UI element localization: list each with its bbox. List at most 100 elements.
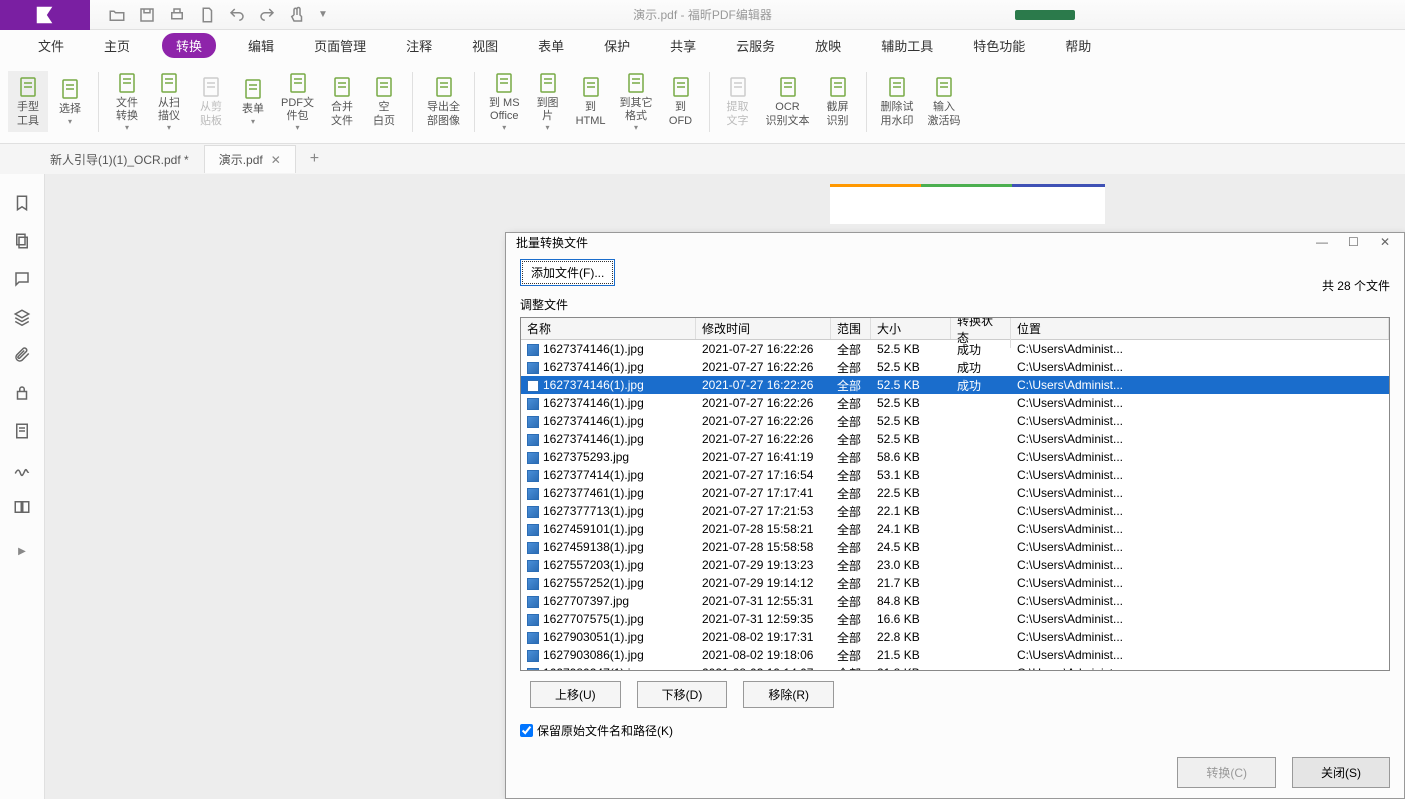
ribbon-btn-4[interactable]: 从扫 描仪▾ — [149, 67, 189, 136]
menu-tab-9[interactable]: 共享 — [662, 33, 704, 58]
ribbon-btn-7[interactable]: PDF文 件包▾ — [275, 67, 320, 136]
ribbon-btn-0[interactable]: 手型 工具 — [8, 71, 48, 131]
ribbon-btn-1[interactable]: 选择▾ — [50, 73, 90, 129]
menu-tab-3[interactable]: 编辑 — [240, 33, 282, 58]
col-size[interactable]: 大小 — [871, 318, 951, 339]
table-body[interactable]: 1627374146(1).jpg2021-07-27 16:22:26全部52… — [521, 340, 1389, 670]
table-row[interactable]: 1627374146(1).jpg2021-07-27 16:22:26全部52… — [521, 412, 1389, 430]
doc-tab-1[interactable]: 演示.pdf✕ — [204, 145, 296, 173]
col-time[interactable]: 修改时间 — [696, 318, 831, 339]
pages-icon[interactable] — [13, 232, 31, 250]
cell-path: C:\Users\Administ... — [1011, 450, 1389, 464]
ribbon-separator — [412, 72, 413, 132]
close-tab-icon[interactable]: ✕ — [271, 153, 281, 167]
open-icon[interactable] — [108, 6, 126, 24]
cell-time: 2021-07-31 12:55:31 — [696, 594, 831, 608]
ribbon-btn-16[interactable]: 到其它 格式▾ — [614, 67, 659, 136]
ribbon-btn-17[interactable]: 到 OFD — [661, 71, 701, 131]
menu-tab-5[interactable]: 注释 — [398, 33, 440, 58]
close-icon[interactable]: ✕ — [1380, 235, 1394, 249]
maximize-icon[interactable]: ☐ — [1348, 235, 1362, 249]
menu-tab-14[interactable]: 帮助 — [1057, 33, 1099, 58]
table-row[interactable]: 1627377414(1).jpg2021-07-27 17:16:54全部53… — [521, 466, 1389, 484]
hand-icon[interactable] — [288, 6, 306, 24]
ribbon-btn-20[interactable]: OCR 识别文本 — [760, 71, 816, 131]
keep-checkbox-input[interactable] — [520, 724, 533, 737]
minimize-icon[interactable]: — — [1316, 235, 1330, 249]
menu-tab-7[interactable]: 表单 — [530, 33, 572, 58]
keep-original-checkbox[interactable]: 保留原始文件名和路径(K) — [520, 722, 1390, 739]
comment-icon[interactable] — [13, 270, 31, 288]
doc-tab-0[interactable]: 新人引导(1)(1)_OCR.pdf * — [35, 145, 204, 174]
ribbon-btn-8[interactable]: 合并 文件 — [322, 71, 362, 131]
convert-button[interactable]: 转换(C) — [1177, 757, 1276, 788]
table-row[interactable]: 1627375293.jpg2021-07-27 16:41:19全部58.6 … — [521, 448, 1389, 466]
table-row[interactable]: 1627374146(1).jpg2021-07-27 16:22:26全部52… — [521, 430, 1389, 448]
close-button[interactable]: 关闭(S) — [1292, 757, 1390, 788]
table-row[interactable]: 1627980247(1).jpg2021-08-03 19:14:07全部21… — [521, 664, 1389, 670]
table-row[interactable]: 1627374146(1).jpg2021-07-27 16:22:26全部52… — [521, 340, 1389, 358]
layers-icon[interactable] — [13, 308, 31, 326]
bookmark-icon[interactable] — [13, 194, 31, 212]
col-path[interactable]: 位置 — [1011, 318, 1389, 339]
menu-tab-6[interactable]: 视图 — [464, 33, 506, 58]
menu-tab-8[interactable]: 保护 — [596, 33, 638, 58]
new-tab-button[interactable]: + — [296, 150, 333, 168]
left-sidebar: ▶ — [0, 174, 45, 799]
dialog-footer: 转换(C) 关闭(S) — [506, 747, 1404, 798]
table-row[interactable]: 1627459101(1).jpg2021-07-28 15:58:21全部24… — [521, 520, 1389, 538]
table-row[interactable]: 1627557252(1).jpg2021-07-29 19:14:12全部21… — [521, 574, 1389, 592]
move-up-button[interactable]: 上移(U) — [530, 681, 621, 708]
security-icon[interactable] — [13, 384, 31, 402]
page-icon[interactable] — [198, 6, 216, 24]
menu-tab-10[interactable]: 云服务 — [728, 33, 783, 58]
table-row[interactable]: 1627374146(1).jpg2021-07-27 16:22:26全部52… — [521, 358, 1389, 376]
ribbon-btn-9[interactable]: 空 白页 — [364, 71, 404, 131]
menu-tab-11[interactable]: 放映 — [807, 33, 849, 58]
form-icon[interactable] — [13, 422, 31, 440]
print-icon[interactable] — [168, 6, 186, 24]
ribbon-btn-6[interactable]: 表单▾ — [233, 73, 273, 129]
menu-tab-0[interactable]: 文件 — [30, 33, 72, 58]
ribbon-btn-3[interactable]: 文件 转换▾ — [107, 67, 147, 136]
move-down-button[interactable]: 下移(D) — [637, 681, 728, 708]
ribbon-btn-14[interactable]: 到图 片▾ — [528, 67, 568, 136]
signature-icon[interactable] — [13, 460, 31, 478]
ribbon-btn-11[interactable]: 导出全 部图像 — [421, 71, 466, 131]
table-row[interactable]: 1627459138(1).jpg2021-07-28 15:58:58全部24… — [521, 538, 1389, 556]
expand-sidebar-icon[interactable]: ▶ — [18, 546, 26, 557]
table-row[interactable]: 1627374146(1).jpg2021-07-27 16:22:26全部52… — [521, 394, 1389, 412]
ribbon-label: 删除试 用水印 — [881, 101, 914, 127]
table-row[interactable]: 1627557203(1).jpg2021-07-29 19:13:23全部23… — [521, 556, 1389, 574]
menu-tab-13[interactable]: 特色功能 — [965, 33, 1033, 58]
menu-tab-1[interactable]: 主页 — [96, 33, 138, 58]
save-icon[interactable] — [138, 6, 156, 24]
ribbon-btn-15[interactable]: 到 HTML — [570, 71, 612, 131]
undo-icon[interactable] — [228, 6, 246, 24]
table-row[interactable]: 1627903051(1).jpg2021-08-02 19:17:31全部22… — [521, 628, 1389, 646]
remove-button[interactable]: 移除(R) — [743, 681, 834, 708]
cell-range: 全部 — [831, 485, 871, 502]
qat-dropdown-icon[interactable]: ▼ — [318, 9, 328, 20]
col-name[interactable]: 名称 — [521, 318, 696, 339]
col-range[interactable]: 范围 — [831, 318, 871, 339]
add-file-button[interactable]: 添加文件(F)... — [520, 259, 615, 286]
compare-icon[interactable] — [13, 498, 31, 516]
ribbon-btn-21[interactable]: 截屏 识别 — [818, 71, 858, 131]
redo-icon[interactable] — [258, 6, 276, 24]
table-row[interactable]: 1627707575(1).jpg2021-07-31 12:59:35全部16… — [521, 610, 1389, 628]
menu-tab-12[interactable]: 辅助工具 — [873, 33, 941, 58]
ribbon-btn-24[interactable]: 输入 激活码 — [922, 71, 967, 131]
table-row[interactable]: 1627707397.jpg2021-07-31 12:55:31全部84.8 … — [521, 592, 1389, 610]
ribbon-btn-23[interactable]: 删除试 用水印 — [875, 71, 920, 131]
file-icon — [527, 650, 539, 662]
table-row[interactable]: 1627374146(1).jpg2021-07-27 16:22:26全部52… — [521, 376, 1389, 394]
ribbon-btn-13[interactable]: 到 MS Office▾ — [483, 67, 526, 136]
menu-tab-4[interactable]: 页面管理 — [306, 33, 374, 58]
table-row[interactable]: 1627377713(1).jpg2021-07-27 17:21:53全部22… — [521, 502, 1389, 520]
attachment-icon[interactable] — [13, 346, 31, 364]
menu-tab-2[interactable]: 转换 — [162, 33, 216, 58]
cell-range: 全部 — [831, 413, 871, 430]
table-row[interactable]: 1627903086(1).jpg2021-08-02 19:18:06全部21… — [521, 646, 1389, 664]
table-row[interactable]: 1627377461(1).jpg2021-07-27 17:17:41全部22… — [521, 484, 1389, 502]
